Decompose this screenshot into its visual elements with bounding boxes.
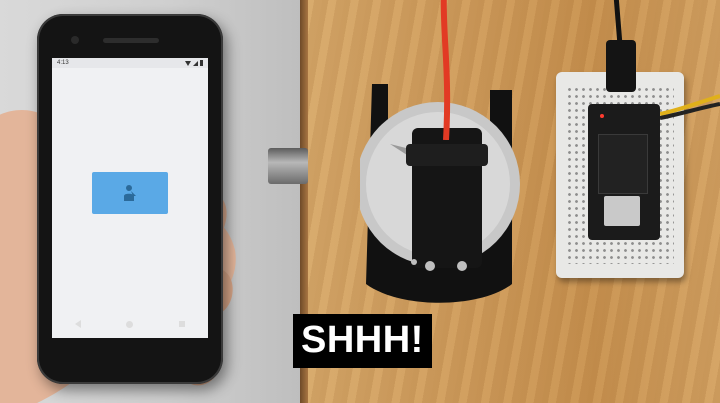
servo-wire [440,0,451,140]
signal-icon [193,60,198,66]
usb-plug [606,40,636,92]
status-bar: 4:13 [52,58,208,68]
back-icon[interactable] [74,320,81,328]
wireless-module [604,196,640,226]
power-led [600,114,604,118]
smartphone: 4:13 [37,14,223,384]
jumper-wires [660,94,720,120]
photo-scene: 4:13 SHHH! [0,0,720,403]
battery-icon [200,60,203,66]
recents-icon[interactable] [179,321,186,327]
home-icon[interactable] [126,320,134,328]
caption-text: SHHH! [293,314,432,368]
phone-screen: 4:13 [52,58,208,338]
status-icons [185,60,203,66]
usb-cable [613,0,623,45]
person-unlock-icon [124,185,136,201]
wifi-icon [185,60,191,66]
door-latch-bolt [268,148,308,184]
front-camera [71,36,79,44]
unlock-button[interactable] [92,172,168,214]
microcontroller-chip [598,134,648,194]
status-time: 4:13 [57,60,69,66]
earpiece-speaker [103,38,159,43]
android-nav-bar [52,314,208,334]
